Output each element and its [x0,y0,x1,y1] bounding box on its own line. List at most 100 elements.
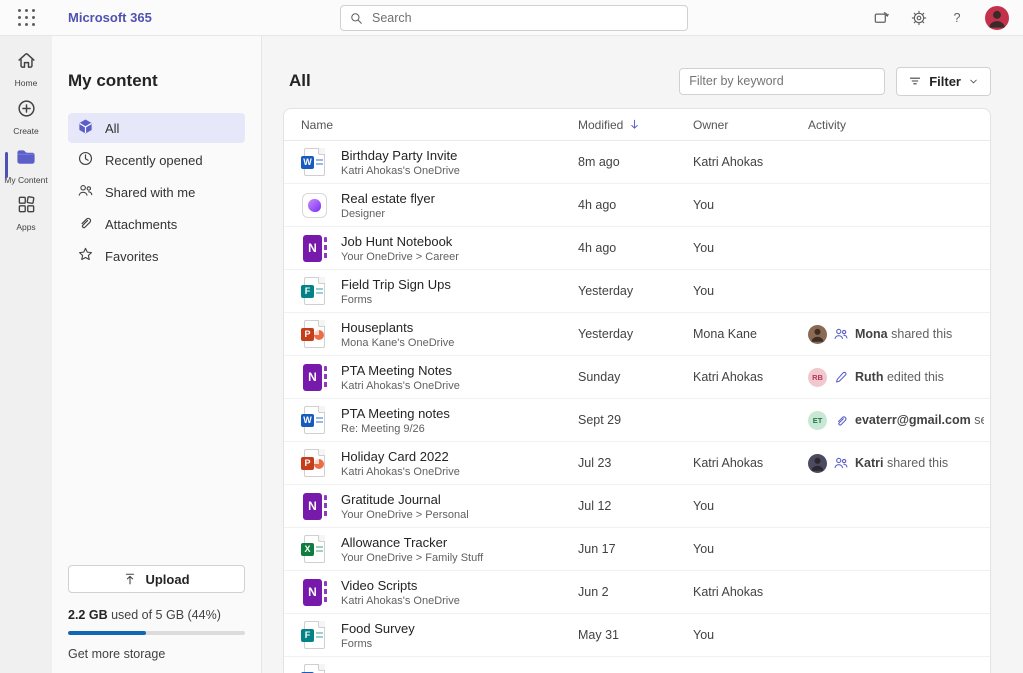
search-box[interactable] [340,5,688,31]
activity-avatar: ET [808,411,827,430]
file-location: Katri Ahokas's OneDrive [341,165,460,177]
column-header-owner[interactable]: Owner [693,118,808,132]
activity-avatar: RB [808,368,827,387]
file-name-text: Allowance TrackerYour OneDrive > Family … [341,535,483,564]
table-row[interactable]: N Video ScriptsKatri Ahokas's OneDrive Jun… [284,571,990,614]
file-name-cell: F Food Survey Forms [301,620,578,651]
table-row[interactable]: NPTA Meeting NotesKatri Ahokas's OneDriv… [284,356,990,399]
file-name-text: Food Survey Forms [341,621,415,650]
rail-item-create[interactable]: Create [0,94,52,140]
modified-cell: Yesterday [578,327,693,341]
gear-icon[interactable] [909,8,929,28]
rail-item-label: Create [13,126,39,136]
filter-button[interactable]: Filter [896,67,991,96]
file-name-text: Birthday Party InviteKatri Ahokas's OneD… [341,148,460,177]
sidebar-item-shared-with-me[interactable]: Shared with me [68,177,245,207]
table-row[interactable]: Real estate flyerDesigner4h agoYou [284,184,990,227]
sidebar-item-favorites[interactable]: Favorites [68,241,245,271]
file-name-cell: N Gratitude JournalYour OneDrive > Person… [301,491,578,522]
files-table: Name Modified Owner Activity W Birthday P… [283,108,991,673]
table-row[interactable]: PHouseplantsMona Kane's OneDriveYesterda… [284,313,990,356]
owner-cell: Katri Ahokas [693,585,808,599]
file-name-text: Video ScriptsKatri Ahokas's OneDrive [341,578,460,607]
sidebar-item-label: Attachments [105,217,177,232]
help-icon[interactable]: ? [947,8,967,28]
table-row[interactable]: WVideo ideas [284,657,990,673]
rail-item-home[interactable]: Home [0,46,52,92]
file-location: Your OneDrive > Career [341,251,459,263]
waffle-icon[interactable] [18,9,36,27]
devices-icon[interactable] [871,8,891,28]
paperclip-icon [833,412,849,428]
file-name-text: Gratitude JournalYour OneDrive > Persona… [341,492,469,521]
modified-cell: Sunday [578,370,693,384]
file-title: Food Survey [341,621,415,636]
page-title: All [289,71,311,91]
sidebar-item-recently-opened[interactable]: Recently opened [68,145,245,175]
file-name-cell: FField Trip Sign UpsForms [301,276,578,307]
modified-cell: Jun 17 [578,542,693,556]
table-row[interactable]: NJob Hunt NotebookYour OneDrive > Career… [284,227,990,270]
activity-text: Katri shared this [855,456,948,470]
modified-cell: Jul 12 [578,499,693,513]
rail-item-label: My Content [4,175,47,185]
forms-file-icon: F [301,620,328,651]
file-title: Houseplants [341,320,454,335]
forms-file-icon: F [301,276,328,307]
table-row[interactable]: FField Trip Sign UpsFormsYesterdayYou [284,270,990,313]
sidebar-title: My content [68,71,245,91]
table-row[interactable]: N Gratitude JournalYour OneDrive > Person… [284,485,990,528]
modified-cell: Jun 2 [578,585,693,599]
onenote-file-icon: N [301,577,328,608]
word-file-icon: W [301,405,328,436]
activity-cell: Katri shared this [808,454,984,473]
owner-cell: You [693,628,808,642]
table-row[interactable]: X Allowance TrackerYour OneDrive > Family… [284,528,990,571]
sidebar-item-label: Favorites [105,249,158,264]
excel-file-icon: X [301,534,328,565]
get-more-storage-link[interactable]: Get more storage [68,647,245,661]
table-row[interactable]: F Food Survey Forms May 31You [284,614,990,657]
sidebar-item-attachments[interactable]: Attachments [68,209,245,239]
modified-cell: 8m ago [578,155,693,169]
sidebar-item-all[interactable]: All [68,113,245,143]
modified-cell: Yesterday [578,284,693,298]
table-row[interactable]: PHoliday Card 2022Katri Ahokas's OneDriv… [284,442,990,485]
column-header-name[interactable]: Name [301,118,578,132]
user-avatar[interactable] [985,6,1009,30]
sidebar-item-label: All [105,121,119,136]
file-title: Video Scripts [341,578,460,593]
upload-button[interactable]: Upload [68,565,245,593]
sidebar-item-label: Shared with me [105,185,195,200]
filter-button-label: Filter [929,74,961,89]
modified-cell: Sept 29 [578,413,693,427]
column-header-modified[interactable]: Modified [578,118,693,132]
create-icon [16,98,37,124]
filter-keyword-input[interactable] [679,68,885,95]
file-name-text: Real estate flyerDesigner [341,191,435,220]
search-input[interactable] [372,11,679,25]
onenote-file-icon: N [301,491,328,522]
file-location: Forms [341,638,415,650]
file-location: Re: Meeting 9/26 [341,423,450,435]
rail-item-label: Apps [16,222,35,232]
file-location: Forms [341,294,451,306]
rail-item-my-content[interactable]: My Content [0,142,52,188]
table-row[interactable]: WPTA Meeting notesRe: Meeting 9/26Sept 2… [284,399,990,442]
rail-item-apps[interactable]: Apps [0,190,52,236]
app-title[interactable]: Microsoft 365 [68,10,152,25]
column-header-activity[interactable]: Activity [808,118,984,132]
activity-cell: Mona shared this [808,325,984,344]
activity-text: Mona shared this [855,327,952,341]
table-row[interactable]: W Birthday Party InviteKatri Ahokas's One… [284,141,990,184]
onenote-file-icon: N [301,233,328,264]
activity-cell: ETevaterr@gmail.com se… [808,411,984,430]
file-location: Your OneDrive > Family Stuff [341,552,483,564]
file-title: Gratitude Journal [341,492,469,507]
word-file-icon: W [301,147,328,178]
powerpoint-file-icon: P [301,319,328,350]
clock-icon [77,150,94,170]
upload-label: Upload [145,572,189,587]
file-name-text: PTA Meeting NotesKatri Ahokas's OneDrive [341,363,460,392]
modified-cell: May 31 [578,628,693,642]
